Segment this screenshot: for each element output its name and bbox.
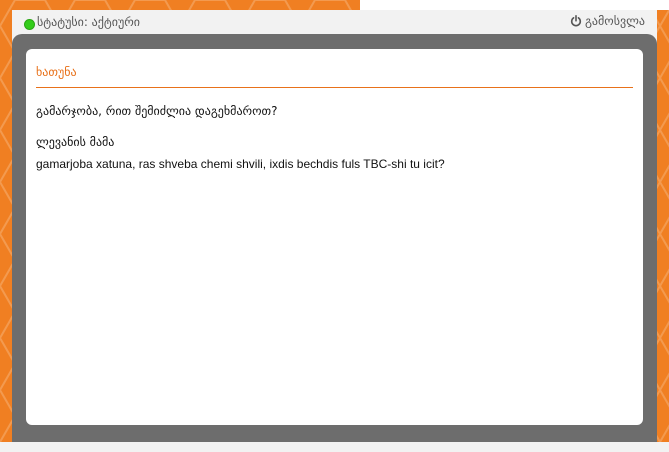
chat-frame: ხათუნა გამარჯობა, რით შემიძლია დაგეხმარო… <box>12 34 657 452</box>
message-text: gamarjoba xatuna, ras shveba chemi shvil… <box>36 157 445 171</box>
chat-window: სტატუსი: აქტიური გამოსვლა ხათუნა გამარჯო… <box>12 10 657 452</box>
status-text: სტატუსი: აქტიური <box>37 15 141 29</box>
top-right-white-area <box>360 0 669 10</box>
chat-panel: ხათუნა გამარჯობა, რით შემიძლია დაგეხმარო… <box>26 49 643 425</box>
bottom-strip <box>0 442 669 452</box>
title-divider <box>36 87 633 88</box>
status-bar: სტატუსი: აქტიური გამოსვლა <box>12 10 657 34</box>
operator-greeting: გამარჯობა, რით შემიძლია დაგეხმაროთ? <box>36 104 278 118</box>
status-indicator-dot <box>24 19 35 30</box>
logout-label: გამოსვლა <box>584 14 645 28</box>
logout-button[interactable]: გამოსვლა <box>570 14 645 28</box>
power-icon <box>570 15 581 27</box>
message-author: ლევანის მამა <box>36 135 115 149</box>
chat-operator-name: ხათუნა <box>36 65 77 79</box>
